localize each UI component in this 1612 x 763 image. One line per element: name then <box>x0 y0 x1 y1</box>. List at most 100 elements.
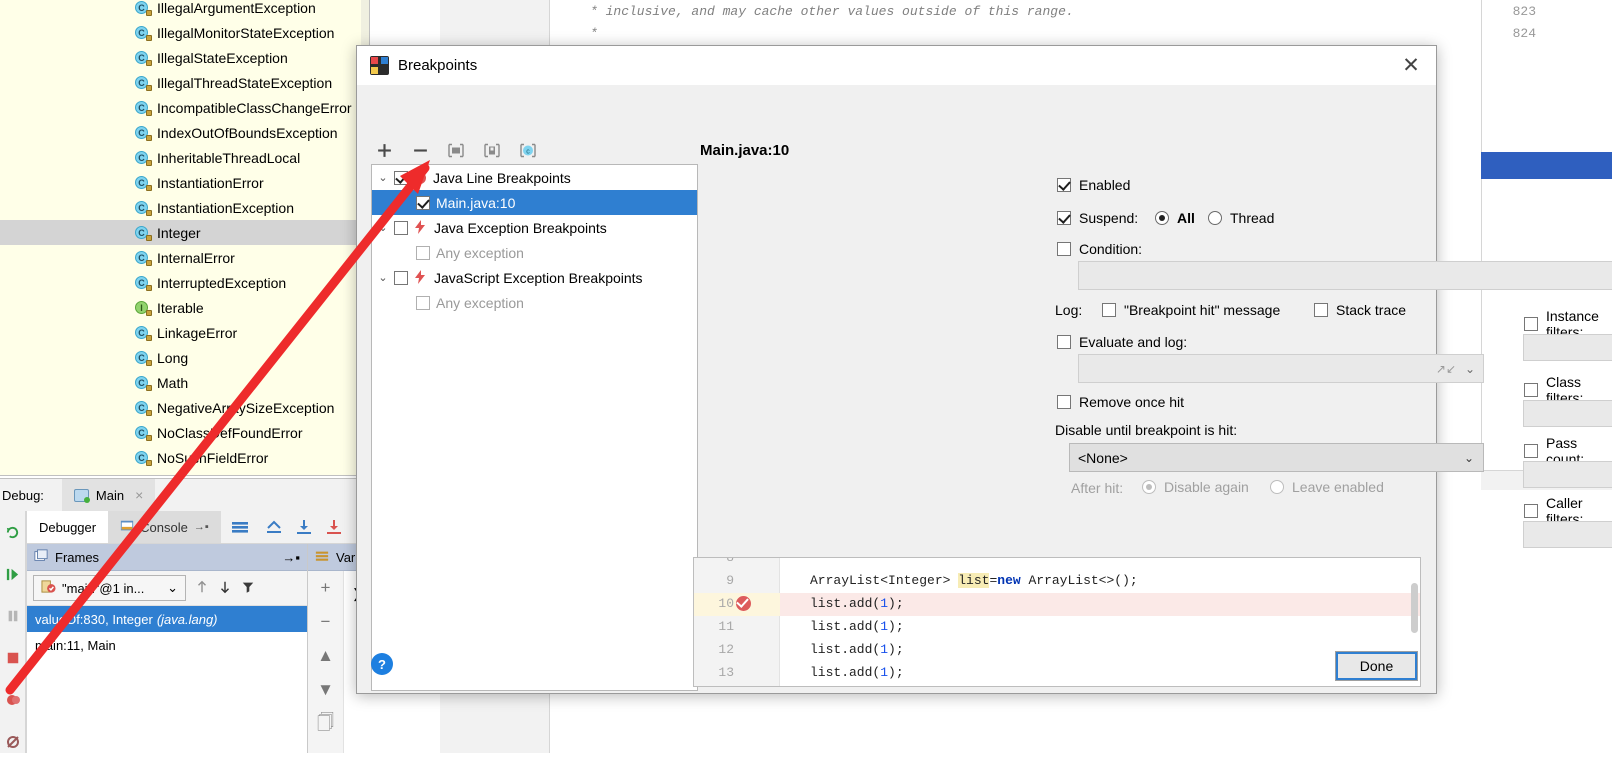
move-down-icon[interactable] <box>218 579 232 598</box>
code-completion-popup[interactable]: CIllegalArgumentExceptionCIllegalMonitor… <box>0 0 370 476</box>
completion-item[interactable]: CInheritableThreadLocal <box>0 145 369 170</box>
tree-node-checkbox[interactable] <box>394 221 408 235</box>
move-up-icon[interactable] <box>195 579 209 598</box>
completion-item[interactable]: CIllegalMonitorStateException <box>0 20 369 45</box>
resume-icon[interactable] <box>0 553 25 595</box>
completion-item[interactable]: CLinkageError <box>0 320 369 345</box>
completion-item[interactable]: CNoClassDefFoundError <box>0 420 369 445</box>
done-button[interactable]: Done <box>1335 651 1418 681</box>
completion-item[interactable]: CInstantiationError <box>0 170 369 195</box>
hide-pane-icon[interactable]: →▪ <box>282 550 300 565</box>
help-button[interactable]: ? <box>371 653 393 675</box>
chevron-down-icon[interactable]: ⌄ <box>372 171 394 184</box>
debug-actions-strip[interactable] <box>0 511 26 753</box>
filter-icon[interactable] <box>241 579 255 598</box>
chevron-down-icon[interactable]: ⌄ <box>1464 451 1474 465</box>
completion-item[interactable]: CIllegalArgumentException <box>0 0 369 20</box>
tree-node[interactable]: Main.java:10 <box>372 190 697 215</box>
completion-item[interactable]: CInternalError <box>0 245 369 270</box>
evaluate-and-log-input[interactable]: ↗↙ ⌄ <box>1078 354 1484 383</box>
tree-node[interactable]: ⌄Java Exception Breakpoints <box>372 215 697 240</box>
tree-node[interactable]: Any exception <box>372 240 697 265</box>
completion-item[interactable]: CInterruptedException <box>0 270 369 295</box>
close-icon[interactable]: ✕ <box>1396 51 1426 81</box>
step-into-icon[interactable] <box>293 511 315 543</box>
tree-node-checkbox[interactable] <box>394 171 408 185</box>
breakpoint-icon[interactable] <box>736 596 751 611</box>
completion-item[interactable]: CLong <box>0 345 369 370</box>
caller-filters-input[interactable] <box>1523 521 1612 548</box>
completion-item[interactable]: CIllegalThreadStateException <box>0 70 369 95</box>
frame-row[interactable]: valueOf:830, Integer (java.lang) <box>27 606 307 632</box>
preview-line[interactable]: 9ArrayList<Integer> list=new ArrayList<>… <box>694 570 1420 593</box>
pause-icon[interactable] <box>0 595 25 637</box>
suspend-checkbox[interactable]: Suspend: <box>1057 210 1138 226</box>
tree-node-checkbox[interactable] <box>416 296 430 310</box>
step-out-icon[interactable] <box>263 511 285 543</box>
completion-item[interactable]: CIncompatibleClassChangeError <box>0 95 369 120</box>
instance-filters-input[interactable] <box>1523 334 1612 361</box>
preview-line[interactable]: 10list.add(1); <box>694 593 1420 616</box>
group-by-file-button[interactable] <box>443 137 469 163</box>
suspend-thread-radio[interactable]: Thread <box>1208 210 1274 226</box>
variables-side-toolbar[interactable]: + − ▲ ▼ 🗍 <box>308 571 344 753</box>
tree-node-checkbox[interactable] <box>394 271 408 285</box>
chevron-down-icon[interactable]: ⌄ <box>372 221 394 234</box>
enabled-checkbox[interactable]: Enabled <box>1057 177 1130 193</box>
preview-line[interactable]: 11list.add(1); <box>694 616 1420 639</box>
tab-debugger[interactable]: Debugger <box>27 511 108 543</box>
remove-breakpoint-button[interactable] <box>407 137 433 163</box>
mute-breakpoints-button[interactable]: c <box>515 137 541 163</box>
completion-item[interactable]: CMath <box>0 370 369 395</box>
breakpoints-toolbar[interactable]: c <box>371 137 541 163</box>
view-breakpoints-icon[interactable] <box>0 679 25 721</box>
completion-item[interactable]: IIterable <box>0 295 369 320</box>
preview-line[interactable]: 13list.add(1); <box>694 662 1420 685</box>
log-message-checkbox[interactable]: "Breakpoint hit" message <box>1102 302 1280 318</box>
stop-icon[interactable] <box>0 637 25 679</box>
preview-line[interactable]: 8 <box>694 557 1420 570</box>
pass-count-input[interactable] <box>1523 461 1612 488</box>
debug-session-tab[interactable]: Main × <box>62 479 155 511</box>
frame-row[interactable]: main:11, Main <box>27 632 307 658</box>
completion-item[interactable]: CInteger <box>0 220 369 245</box>
evaluate-and-log-checkbox[interactable]: Evaluate and log: <box>1057 334 1187 350</box>
after-hit-disable-again-radio[interactable]: Disable again <box>1142 479 1249 495</box>
move-watch-down-icon[interactable]: ▼ <box>308 673 343 707</box>
preview-scrollbar[interactable] <box>1411 583 1418 633</box>
suspend-all-radio[interactable]: All <box>1155 210 1195 226</box>
close-icon[interactable]: × <box>135 487 143 503</box>
class-filters-input[interactable] <box>1523 400 1612 427</box>
code-preview[interactable]: 89ArrayList<Integer> list=new ArrayList<… <box>693 557 1421 687</box>
tree-node[interactable]: ⌄JavaScript Exception Breakpoints <box>372 265 697 290</box>
remove-watch-icon[interactable]: − <box>308 605 343 639</box>
tree-node-checkbox[interactable] <box>416 246 430 260</box>
expand-editor-icon[interactable]: ↗↙ <box>1436 362 1456 376</box>
chevron-right-icon[interactable]: →▪ <box>194 521 209 533</box>
completion-item[interactable]: CNegativeArraySizeException <box>0 395 369 420</box>
remove-once-hit-checkbox[interactable]: Remove once hit <box>1057 394 1184 410</box>
chevron-down-icon[interactable]: ⌄ <box>372 271 394 284</box>
rerun-icon[interactable] <box>0 511 25 553</box>
chevron-down-icon[interactable]: ⌄ <box>167 580 178 596</box>
save-to-file-button[interactable] <box>479 137 505 163</box>
completion-item[interactable]: CIllegalStateException <box>0 45 369 70</box>
completion-item[interactable]: CIndexOutOfBoundsException <box>0 120 369 145</box>
completion-item[interactable]: CInstantiationException <box>0 195 369 220</box>
copy-icon[interactable]: 🗍 <box>308 707 343 741</box>
stack-trace-checkbox[interactable]: Stack trace <box>1314 302 1406 318</box>
mute-breakpoints-icon[interactable] <box>0 721 25 763</box>
condition-input[interactable]: ↗↙ ⌄ <box>1078 261 1612 290</box>
after-hit-leave-enabled-radio[interactable]: Leave enabled <box>1270 479 1384 495</box>
add-breakpoint-button[interactable] <box>371 137 397 163</box>
disable-until-dropdown[interactable]: <None> ⌄ <box>1069 443 1484 472</box>
tab-console[interactable]: Console →▪ <box>108 511 221 543</box>
tree-node-checkbox[interactable] <box>416 196 430 210</box>
tree-node[interactable]: Any exception <box>372 290 697 315</box>
layout-settings-icon[interactable] <box>229 511 251 543</box>
thread-selector[interactable]: "main"@1 in... ⌄ <box>33 575 186 601</box>
frames-list[interactable]: valueOf:830, Integer (java.lang)main:11,… <box>27 606 307 753</box>
tree-node[interactable]: ⌄Java Line Breakpoints <box>372 165 697 190</box>
completion-item[interactable]: CNoSuchFieldError <box>0 445 369 470</box>
breakpoints-tree[interactable]: ⌄Java Line BreakpointsMain.java:10⌄Java … <box>371 164 698 691</box>
